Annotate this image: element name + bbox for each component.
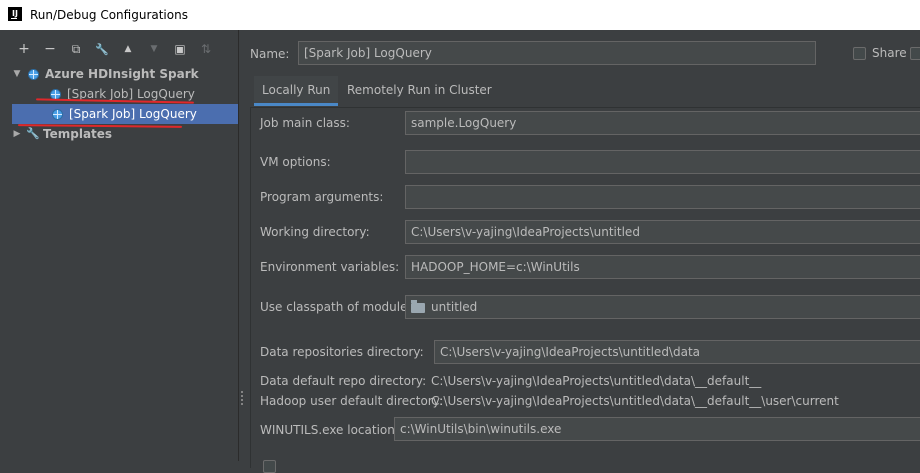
data-repositories-label: Data repositories directory: — [260, 345, 424, 359]
panel-splitter-handle[interactable] — [240, 390, 244, 406]
window-title: Run/Debug Configurations — [30, 8, 188, 22]
hadoop-user-default-value: C:\Users\v-yajing\IdeaProjects\untitled\… — [431, 394, 839, 408]
hadoop-user-default-label: Hadoop user default directory: — [260, 394, 443, 408]
data-default-repo-label: Data default repo directory: — [260, 374, 427, 388]
working-directory-label: Working directory: — [260, 225, 370, 239]
tree-item-label: [Spark Job] LogQuery — [69, 107, 197, 121]
move-down-icon[interactable]: ▼ — [144, 38, 164, 60]
tree-group-label: Templates — [43, 127, 113, 141]
window-title-bar: IJ Run/Debug Configurations — [0, 0, 920, 30]
config-tabs: Locally Run Remotely Run in Cluster — [250, 76, 920, 106]
add-icon[interactable]: + — [14, 38, 34, 60]
name-label: Name: — [250, 47, 290, 61]
expand-arrow-icon[interactable]: ▼ — [12, 69, 22, 79]
data-repositories-input[interactable]: C:\Users\v-yajing\IdeaProjects\untitled\… — [434, 340, 920, 364]
program-arguments-input[interactable] — [405, 185, 920, 209]
vm-options-label: VM options: — [260, 155, 331, 169]
collapse-arrow-icon[interactable]: ▶ — [12, 129, 22, 139]
tree-group-label: Azure HDInsight Spark — [45, 67, 199, 81]
folder-icon — [411, 299, 425, 313]
tree-group-azure-hdinsight-spark[interactable]: ▼ Azure HDInsight Spark — [12, 64, 238, 84]
tree-item-spark-job-2[interactable]: [Spark Job] LogQuery — [12, 104, 238, 124]
tab-remotely-run-in-cluster[interactable]: Remotely Run in Cluster — [339, 76, 500, 104]
name-input[interactable]: [Spark Job] LogQuery — [298, 41, 816, 65]
winutils-location-input[interactable]: c:\WinUtils\bin\winutils.exe — [394, 417, 920, 441]
partial-checkbox[interactable] — [910, 47, 920, 60]
move-up-icon[interactable]: ▲ — [118, 38, 138, 60]
data-default-repo-value: C:\Users\v-yajing\IdeaProjects\untitled\… — [431, 374, 762, 388]
remove-icon[interactable]: − — [40, 38, 60, 60]
sort-icon[interactable]: ⇅ — [196, 38, 216, 60]
copy-icon[interactable]: ⧉ — [66, 38, 86, 60]
intellij-app-icon: IJ — [8, 7, 22, 21]
new-folder-icon[interactable]: ▣ — [170, 38, 190, 60]
program-arguments-label: Program arguments: — [260, 190, 384, 204]
configurations-sidebar: + − ⧉ 🔧 ▲ ▼ ▣ ⇅ ▼ Azure HDInsight Spark … — [0, 30, 239, 461]
tab-locally-run[interactable]: Locally Run — [254, 76, 339, 106]
classpath-module-label: Use classpath of module: — [260, 300, 412, 314]
wrench-icon[interactable]: 🔧 — [92, 38, 112, 60]
environment-variables-input[interactable]: HADOOP_HOME=c:\WinUtils — [405, 255, 920, 279]
environment-variables-label: Environment variables: — [260, 260, 400, 274]
main-class-label: Job main class: — [260, 116, 350, 130]
main-class-input[interactable]: sample.LogQuery — [405, 111, 920, 135]
classpath-module-select[interactable]: untitled — [405, 295, 920, 319]
working-directory-input[interactable]: C:\Users\v-yajing\IdeaProjects\untitled — [405, 220, 920, 244]
configuration-editor: Name: [Spark Job] LogQuery Share Locally… — [246, 30, 920, 473]
globe-icon — [28, 68, 39, 80]
locally-run-panel: Job main class: sample.LogQuery VM optio… — [250, 107, 920, 473]
configurations-toolbar: + − ⧉ 🔧 ▲ ▼ ▣ ⇅ — [0, 38, 238, 60]
share-label: Share — [872, 46, 907, 60]
globe-icon — [52, 108, 63, 120]
vm-options-input[interactable] — [405, 150, 920, 174]
wrench-icon: 🔧 — [26, 127, 40, 140]
share-checkbox[interactable] — [853, 47, 866, 60]
classpath-module-value: untitled — [431, 300, 478, 314]
winutils-location-label: WINUTILS.exe location: — [260, 423, 399, 437]
bottom-checkbox[interactable] — [263, 460, 276, 473]
